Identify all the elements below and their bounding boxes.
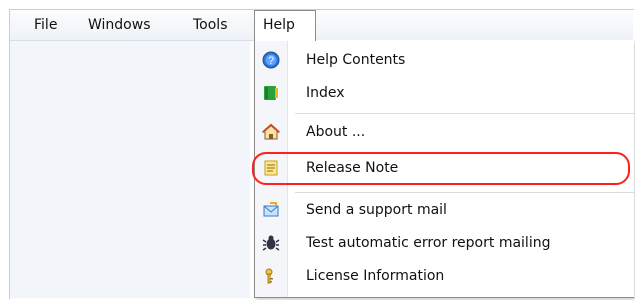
bug-icon xyxy=(262,234,280,252)
note-icon xyxy=(262,159,280,177)
menu-item-index[interactable]: Index xyxy=(255,79,634,107)
menu-item-label-test-error-report: Test automatic error report mailing xyxy=(306,235,551,251)
book-index-icon xyxy=(262,84,280,102)
menu-item-send-support-mail[interactable]: Send a support mail xyxy=(255,196,634,224)
menu-item-about[interactable]: About ... xyxy=(255,118,634,146)
menu-item-release-note[interactable]: Release Note xyxy=(255,154,634,182)
menu-item-label-license-information: License Information xyxy=(306,268,445,284)
menu-item-label-help-contents: Help Contents xyxy=(306,52,406,68)
menu-tools[interactable]: Tools xyxy=(185,10,236,40)
menu-item-test-error-report[interactable]: Test automatic error report mailing xyxy=(255,229,634,257)
mail-icon xyxy=(262,201,280,219)
menu-windows[interactable]: Windows xyxy=(80,10,159,40)
menu-item-help-contents[interactable]: ? Help Contents xyxy=(255,46,634,74)
home-icon xyxy=(262,123,280,141)
menu-item-license-information[interactable]: License Information xyxy=(255,262,634,290)
key-icon xyxy=(262,267,280,285)
help-dropdown-menu: ? Help Contents Index About ... Release … xyxy=(254,40,634,298)
menu-file[interactable]: File xyxy=(26,10,65,40)
menu-item-label-release-note: Release Note xyxy=(306,160,399,176)
help-question-icon: ? xyxy=(262,51,280,69)
screen: File Windows Tools Help ? Help Contents xyxy=(0,0,635,300)
workspace-area xyxy=(10,41,250,298)
menu-item-label-about: About ... xyxy=(306,124,366,140)
menu-item-label-index: Index xyxy=(306,85,345,101)
menu-separator xyxy=(295,113,634,114)
menu-item-label-send-support-mail: Send a support mail xyxy=(306,202,447,218)
menu-separator xyxy=(295,192,634,193)
menubar: File Windows Tools Help xyxy=(10,10,633,41)
menu-help[interactable]: Help xyxy=(254,10,316,41)
svg-text:?: ? xyxy=(268,55,274,67)
